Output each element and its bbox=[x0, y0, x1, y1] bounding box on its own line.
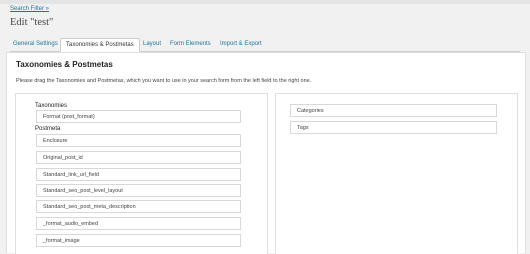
field-categories[interactable]: Categories bbox=[290, 104, 497, 117]
selected-fields-list[interactable]: Categories Tags bbox=[275, 93, 518, 254]
tab-taxonomies-postmetas[interactable]: Taxonomies & Postmetas bbox=[60, 38, 140, 52]
field-standard-link-url-field[interactable]: Standard_link_url_field bbox=[36, 168, 241, 181]
available-fields-list[interactable]: Taxonomies Format (post_format) Postmeta… bbox=[15, 93, 268, 254]
field-standard-seo-post-level-layout[interactable]: Standard_seo_post_level_layout bbox=[36, 184, 241, 197]
section-title: Taxonomies & Postmetas bbox=[16, 60, 113, 69]
page-title: Edit "test" bbox=[10, 17, 54, 28]
instructions-text: Please drag the Taxonomies and Postmetas… bbox=[16, 78, 312, 84]
field-tags[interactable]: Tags bbox=[290, 121, 497, 134]
postmeta-group-label: Postmeta bbox=[35, 126, 61, 132]
tab-general-settings[interactable]: General Settings bbox=[13, 39, 58, 50]
tab-layout[interactable]: Layout bbox=[143, 39, 161, 50]
tab-bar: General Settings Taxonomies & Postmetas … bbox=[10, 38, 520, 52]
field-format-image[interactable]: _format_image bbox=[36, 234, 241, 247]
tab-form-elements[interactable]: Form Elements bbox=[170, 39, 211, 50]
breadcrumb-search-filter[interactable]: Search Filter » bbox=[10, 6, 49, 12]
admin-top-bar bbox=[0, 0, 530, 4]
field-original-post-id[interactable]: Original_post_id bbox=[36, 151, 241, 164]
settings-panel: Taxonomies & Postmetas Please drag the T… bbox=[6, 52, 526, 254]
field-standard-seo-post-meta-description[interactable]: Standard_seo_post_meta_description bbox=[36, 200, 241, 213]
taxonomies-group-label: Taxonomies bbox=[35, 103, 68, 109]
tab-import-export[interactable]: Import & Export bbox=[220, 39, 262, 50]
field-format-audio-embed[interactable]: _format_audio_embed bbox=[36, 217, 241, 230]
field-format-post-format[interactable]: Format (post_format) bbox=[36, 110, 241, 123]
field-enclosure[interactable]: Enclosure bbox=[36, 134, 241, 147]
